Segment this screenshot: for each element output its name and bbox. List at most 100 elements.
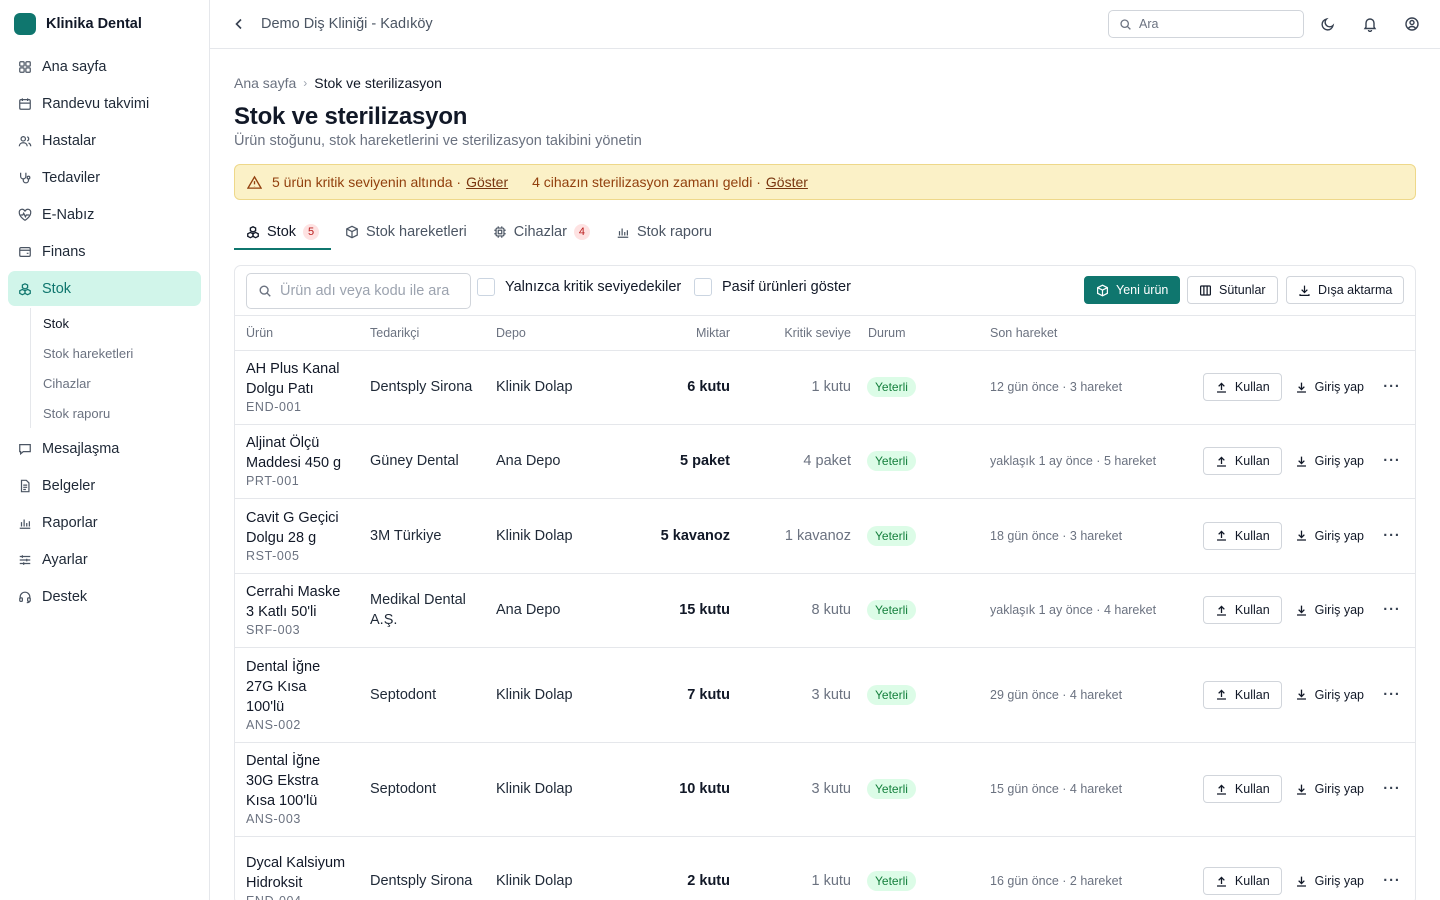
use-button[interactable]: Kullan: [1202, 521, 1282, 550]
header-status[interactable]: Durum: [851, 316, 990, 350]
table-row[interactable]: Dental İğne 30G Ekstra Kısa 100'lü ANS-003…: [235, 742, 1415, 836]
tab-cihazlar[interactable]: Cihazlar 4: [481, 216, 602, 250]
subnav-item-cihazlar[interactable]: Cihazlar: [43, 368, 201, 398]
download-icon: [1296, 382, 1306, 393]
table-row[interactable]: Cerrahi Maske 3 Katlı 50'li SRF-003 Medik…: [235, 573, 1415, 647]
header-warehouse[interactable]: Depo: [496, 316, 626, 350]
use-button[interactable]: Kullan: [1202, 680, 1282, 709]
export-button[interactable]: Dışa aktarma: [1286, 276, 1405, 304]
tab-stok-hareketleri[interactable]: Stok hareketleri: [333, 216, 479, 250]
table-row[interactable]: Cavit G Geçici Dolgu 28 g RST-005 3M Türk…: [235, 498, 1415, 573]
header-supplier[interactable]: Tedarikçi: [370, 316, 496, 350]
cell-last-movement: 12 gün önce · 3 hareket: [990, 380, 1123, 394]
checkbox-box[interactable]: [477, 278, 495, 296]
upload-icon: [1216, 689, 1226, 700]
status-badge: Yeterli: [867, 377, 916, 397]
more-options-icon[interactable]: ···: [1377, 522, 1407, 550]
checkbox-box[interactable]: [694, 278, 712, 296]
sidebar-item-raporlar[interactable]: Raporlar: [8, 505, 201, 540]
use-button[interactable]: Kullan: [1202, 447, 1282, 475]
critical-only-checkbox[interactable]: Yalnızca kritik seviyedekiler: [477, 278, 681, 296]
sidebar-item-destek[interactable]: Destek: [8, 579, 201, 614]
button-label: Kullan: [1234, 454, 1270, 468]
tab-count-badge: 5: [303, 224, 320, 240]
alert-steril-link[interactable]: Göster: [766, 174, 808, 190]
header-quantity[interactable]: Miktar: [626, 316, 730, 350]
sidebar: Klinika Dental Ana sayfa Randevu takvimi…: [0, 0, 210, 900]
tab-count-badge: 4: [573, 224, 590, 240]
global-search-input[interactable]: Ara: [1108, 10, 1304, 38]
cell-status: Yeterli: [851, 647, 990, 742]
cell-supplier: 3M Türkiye: [370, 527, 442, 544]
search-icon: [259, 285, 271, 297]
tabs: Stok 5 Stok hareketleri Cihazlar 4 Stok …: [234, 216, 1416, 250]
sidebar-item-ana-sayfa[interactable]: Ana sayfa: [8, 49, 201, 84]
cell-status: Yeterli: [851, 836, 990, 900]
sidebar-item-belgeler[interactable]: Belgeler: [8, 468, 201, 503]
use-button[interactable]: Kullan: [1202, 867, 1282, 895]
more-options-icon[interactable]: ···: [1377, 596, 1407, 624]
sidebar-item-tedaviler[interactable]: Tedaviler: [8, 160, 201, 195]
more-options-icon[interactable]: ···: [1377, 867, 1407, 895]
subnav-item-stok[interactable]: Stok: [43, 308, 201, 338]
table-row[interactable]: Dycal Kalsiyum Hidroksit END-004 Dentsply…: [235, 836, 1415, 900]
breadcrumb-home[interactable]: Ana sayfa: [234, 75, 296, 91]
upload-icon: [1216, 876, 1226, 887]
table-row[interactable]: Dental İğne 27G Kısa 100'lü ANS-002 Septod…: [235, 647, 1415, 742]
use-button[interactable]: Kullan: [1202, 596, 1282, 624]
tab-stok[interactable]: Stok 5: [234, 216, 332, 250]
use-button[interactable]: Kullan: [1202, 775, 1282, 803]
entry-button[interactable]: Giriş yap: [1282, 681, 1377, 709]
subnav-item-stok-raporu[interactable]: Stok raporu: [43, 398, 201, 428]
sidebar-item-label: Hastalar: [42, 132, 96, 149]
more-options-icon[interactable]: ···: [1377, 681, 1407, 709]
tab-stok-raporu[interactable]: Stok raporu: [604, 216, 724, 250]
header-product[interactable]: Ürün: [235, 316, 370, 350]
sidebar-item-ayarlar[interactable]: Ayarlar: [8, 542, 201, 577]
entry-button[interactable]: Giriş yap: [1282, 447, 1377, 475]
sidebar-item-mesajlasma[interactable]: Mesajlaşma: [8, 431, 201, 466]
product-name-line: Dolgu Patı: [246, 381, 314, 397]
chevron-left-icon[interactable]: [231, 16, 247, 32]
button-label: Kullan: [1234, 687, 1270, 702]
subnav-item-stok-hareketleri[interactable]: Stok hareketleri: [43, 338, 201, 368]
use-button[interactable]: Kullan: [1202, 373, 1282, 401]
sidebar-item-finans[interactable]: Finans: [8, 234, 201, 269]
product-name-line: Dycal Kalsiyum: [246, 855, 346, 871]
entry-button[interactable]: Giriş yap: [1282, 373, 1377, 401]
columns-button[interactable]: Sütunlar: [1187, 276, 1278, 304]
brand[interactable]: Klinika Dental: [0, 0, 209, 48]
product-code: END-001: [246, 400, 302, 414]
entry-button[interactable]: Giriş yap: [1282, 775, 1377, 803]
more-options-icon[interactable]: ···: [1377, 447, 1407, 475]
header-critical[interactable]: Kritik seviye: [730, 316, 851, 350]
cell-critical: 1 kutu: [811, 873, 852, 889]
cell-critical: 3 kutu: [811, 781, 852, 797]
product-name-line: Aljinat Ölçü: [246, 435, 320, 451]
table-row[interactable]: AH Plus Kanal Dolgu Patı END-001 Dentsply…: [235, 350, 1415, 424]
status-badge: Yeterli: [867, 600, 916, 620]
sidebar-item-e-nabiz[interactable]: E-Nabız: [8, 197, 201, 232]
cell-warehouse: Klinik Dolap: [496, 781, 573, 797]
more-options-icon[interactable]: ···: [1377, 373, 1407, 401]
clinic-name[interactable]: Demo Diş Kliniği - Kadıköy: [261, 16, 433, 32]
sidebar-item-randevu-takvimi[interactable]: Randevu takvimi: [8, 86, 201, 121]
package-plus-icon: [1097, 284, 1108, 296]
sidebar-item-hastalar[interactable]: Hastalar: [8, 123, 201, 158]
sidebar-item-label: Destek: [42, 588, 88, 605]
product-search-input[interactable]: Ürün adı veya kodu ile ara: [246, 273, 471, 309]
show-passive-checkbox[interactable]: Pasif ürünleri göster: [694, 278, 851, 296]
user-circle-icon[interactable]: [1404, 16, 1420, 32]
sidebar-item-stok[interactable]: Stok: [8, 271, 201, 306]
more-options-icon[interactable]: ···: [1377, 775, 1407, 803]
new-product-button[interactable]: Yeni ürün: [1084, 276, 1181, 304]
header-last-movement[interactable]: Son hareket: [990, 316, 1180, 350]
entry-button[interactable]: Giriş yap: [1282, 522, 1377, 550]
table-row[interactable]: Aljinat Ölçü Maddesi 450 g PRT-001 Güney …: [235, 424, 1415, 498]
product-name-line: Dolgu 28 g: [246, 529, 317, 546]
entry-button[interactable]: Giriş yap: [1282, 596, 1377, 624]
alert-stock-link[interactable]: Göster: [466, 174, 508, 190]
bell-icon[interactable]: [1362, 16, 1378, 32]
entry-button[interactable]: Giriş yap: [1282, 867, 1377, 895]
moon-icon[interactable]: [1320, 16, 1336, 32]
